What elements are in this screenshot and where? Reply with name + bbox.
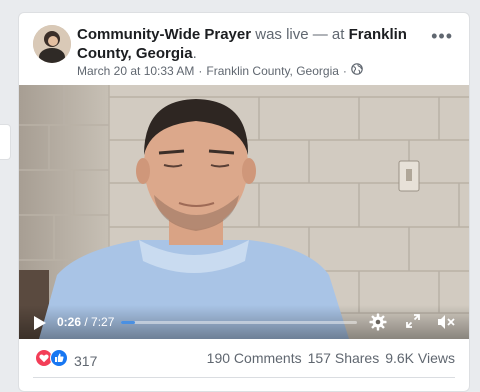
progress-fill [121, 321, 135, 324]
play-icon[interactable] [33, 315, 47, 336]
video-controls: 0:26 / 7:27 [19, 305, 469, 339]
meta-separator: · [342, 63, 347, 78]
post-title: Community-Wide Prayer was live — at Fran… [77, 25, 417, 63]
author-link[interactable]: Community-Wide Prayer [77, 26, 251, 43]
more-options-icon[interactable]: ••• [431, 27, 453, 45]
reactions-summary[interactable]: 317 [35, 349, 97, 372]
meta-location-link[interactable]: Franklin County, Georgia [206, 64, 339, 78]
globe-icon[interactable] [351, 63, 363, 78]
shares-count-link[interactable]: 157 Shares [308, 350, 380, 366]
like-reaction-icon [50, 349, 68, 372]
settings-gear-icon[interactable] [369, 313, 387, 336]
adjacent-panel-edge [0, 124, 11, 160]
engagement-stats: 190 Comments 157 Shares 9.6K Views [207, 350, 455, 366]
time-display: 0:26 / 7:27 [57, 315, 114, 329]
progress-bar[interactable] [121, 321, 357, 324]
muted-volume-icon[interactable] [437, 313, 457, 336]
divider [33, 377, 455, 378]
post-meta: March 20 at 10:33 AM · Franklin County, … [77, 63, 363, 78]
reaction-count[interactable]: 317 [74, 353, 97, 369]
title-period: . [192, 45, 197, 62]
meta-separator: · [198, 63, 203, 78]
post-header: Community-Wide Prayer was live — at Fran… [19, 13, 469, 85]
avatar[interactable] [33, 25, 71, 63]
comments-count-link[interactable]: 190 Comments [207, 350, 302, 366]
fullscreen-icon[interactable] [405, 313, 421, 334]
total-time: / 7:27 [81, 315, 115, 329]
video-player[interactable]: 0:26 / 7:27 [19, 85, 469, 339]
engagement-bar: 317 190 Comments 157 Shares 9.6K Views [19, 339, 469, 379]
video-frame [19, 85, 469, 339]
post-card: Community-Wide Prayer was live — at Fran… [18, 12, 470, 392]
views-count: 9.6K Views [385, 350, 455, 366]
timestamp-link[interactable]: March 20 at 10:33 AM [77, 64, 194, 78]
current-time: 0:26 [57, 315, 82, 329]
live-status-text: was live — at [251, 26, 349, 43]
